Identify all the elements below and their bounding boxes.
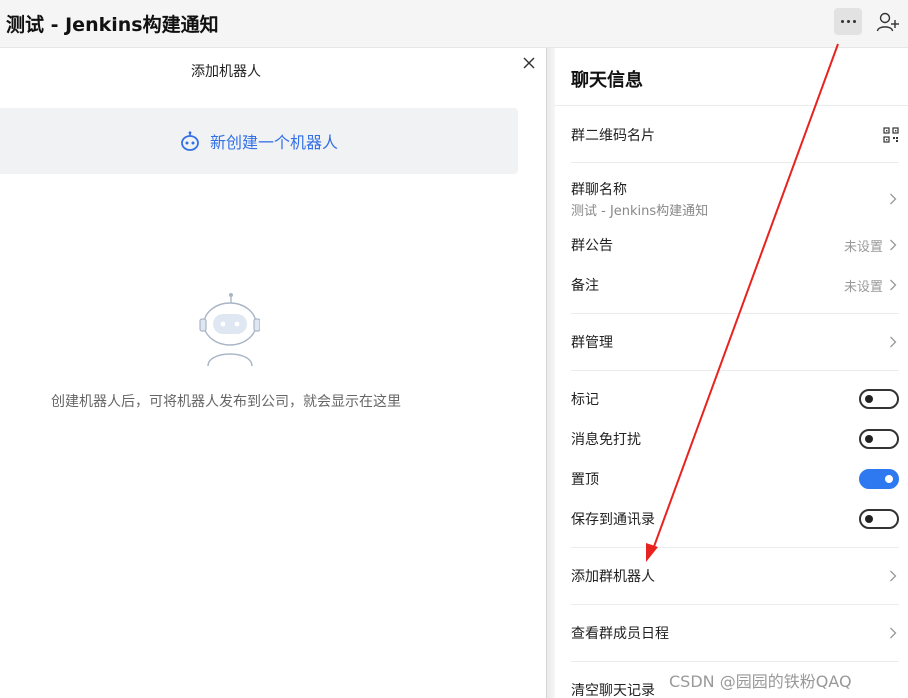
pin-row: 置顶 [571, 468, 899, 490]
create-robot-button[interactable]: 新创建一个机器人 [0, 108, 518, 174]
app-window: 测试 - Jenkins构建通知 添加机器人 新创建一个机器人 创建机器人后，可… [0, 0, 908, 698]
save-contacts-toggle[interactable] [859, 509, 899, 529]
chat-info-panel: 聊天信息 群二维码名片 群聊名称 测试 - Jenkins构建通知 群公告 未设… [555, 48, 908, 698]
divider [571, 313, 899, 314]
qr-code-row[interactable]: 群二维码名片 [571, 122, 899, 148]
add-group-robot-row[interactable]: 添加群机器人 [571, 565, 899, 587]
member-schedule-label: 查看群成员日程 [571, 626, 669, 642]
dialog-title: 添加机器人 [191, 64, 261, 80]
chevron-right-icon [890, 570, 897, 582]
qr-code-label: 群二维码名片 [571, 128, 655, 144]
group-manage-label: 群管理 [571, 335, 613, 351]
group-manage-row[interactable]: 群管理 [571, 331, 899, 353]
more-button[interactable] [834, 8, 862, 35]
remark-value: 未设置 [843, 280, 883, 295]
robot-illustration [199, 293, 260, 366]
create-robot-label: 新创建一个机器人 [209, 133, 338, 152]
divider [555, 105, 908, 106]
mark-row: 标记 [571, 388, 899, 410]
add-user-icon[interactable] [876, 11, 900, 33]
member-schedule-row[interactable]: 查看群成员日程 [571, 622, 899, 644]
save-contacts-row: 保存到通讯录 [571, 508, 899, 530]
group-name-label: 群聊名称 [571, 182, 627, 198]
chevron-right-icon [890, 193, 897, 205]
announcement-value: 未设置 [843, 240, 883, 255]
mark-toggle[interactable] [859, 389, 899, 409]
chevron-right-icon [890, 627, 897, 639]
more-dots-icon [840, 20, 844, 23]
divider [571, 604, 899, 605]
pin-toggle[interactable] [859, 469, 899, 489]
chat-title: 测试 - Jenkins构建通知 [6, 14, 219, 36]
divider [571, 162, 899, 163]
remark-label: 备注 [571, 278, 599, 294]
save-contacts-label: 保存到通讯录 [571, 512, 655, 528]
group-name-row[interactable]: 群聊名称 测试 - Jenkins构建通知 [571, 178, 899, 220]
watermark: CSDN @园园的铁粉QAQ [669, 672, 852, 691]
announcement-label: 群公告 [571, 238, 613, 254]
divider [571, 547, 899, 548]
divider [571, 370, 899, 371]
chevron-right-icon [890, 336, 897, 348]
dnd-label: 消息免打扰 [571, 432, 641, 448]
mark-label: 标记 [571, 392, 599, 408]
group-name-value: 测试 - Jenkins构建通知 [571, 204, 709, 219]
remark-row[interactable]: 备注 未设置 [571, 274, 899, 296]
title-bar: 测试 - Jenkins构建通知 [0, 0, 908, 48]
robot-icon [181, 131, 199, 151]
close-icon[interactable] [520, 54, 538, 72]
panel-title: 聊天信息 [571, 70, 643, 91]
empty-state-text: 创建机器人后，可将机器人发布到公司，就会显示在这里 [51, 394, 401, 410]
chevron-right-icon [890, 239, 897, 251]
announcement-row[interactable]: 群公告 未设置 [571, 234, 899, 256]
chevron-right-icon [890, 279, 897, 291]
dnd-row: 消息免打扰 [571, 428, 899, 450]
divider [571, 661, 899, 662]
add-group-robot-label: 添加群机器人 [571, 569, 655, 585]
qr-code-icon [883, 127, 899, 143]
dnd-toggle[interactable] [859, 429, 899, 449]
clear-history-label: 清空聊天记录 [571, 683, 655, 698]
panel-separator [547, 48, 555, 698]
pin-label: 置顶 [571, 472, 599, 488]
add-robot-dialog: 添加机器人 新创建一个机器人 创建机器人后，可将机器人发布到公司，就会显示在这里 [0, 48, 547, 698]
